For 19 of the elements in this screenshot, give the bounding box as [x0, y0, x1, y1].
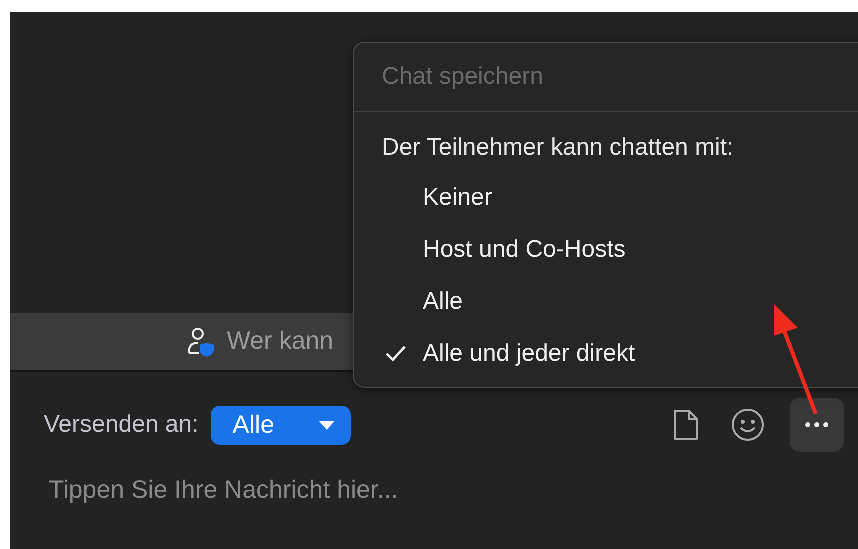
send-to-label: Versenden an:	[44, 411, 199, 439]
file-icon	[672, 408, 700, 442]
smiley-icon	[731, 408, 765, 442]
menu-item-label: Alle und jeder direkt	[423, 340, 636, 368]
menu-item-label: Alle	[423, 288, 464, 316]
menu-item-label: Keiner	[423, 184, 492, 212]
caret-icon	[318, 420, 335, 430]
menu-item[interactable]: Alle und jeder direkt	[354, 328, 858, 380]
message-input[interactable]: Tippen Sie Ihre Nachricht hier...	[44, 476, 649, 505]
menu-heading: Der Teilnehmer kann chatten mit:	[381, 133, 735, 163]
menu-item-label: Host und Co-Hosts	[423, 236, 626, 264]
menu-item[interactable]: Host und Co-Hosts	[354, 224, 858, 276]
user-shield-icon	[185, 326, 217, 358]
banner-text: Wer kann	[227, 327, 334, 356]
menu-item[interactable]: Alle	[354, 276, 858, 328]
recipient-dropdown[interactable]: Alle	[210, 406, 351, 444]
more-icon	[805, 422, 829, 428]
more-button[interactable]	[790, 398, 844, 452]
menu-item[interactable]: Keiner	[354, 172, 858, 224]
